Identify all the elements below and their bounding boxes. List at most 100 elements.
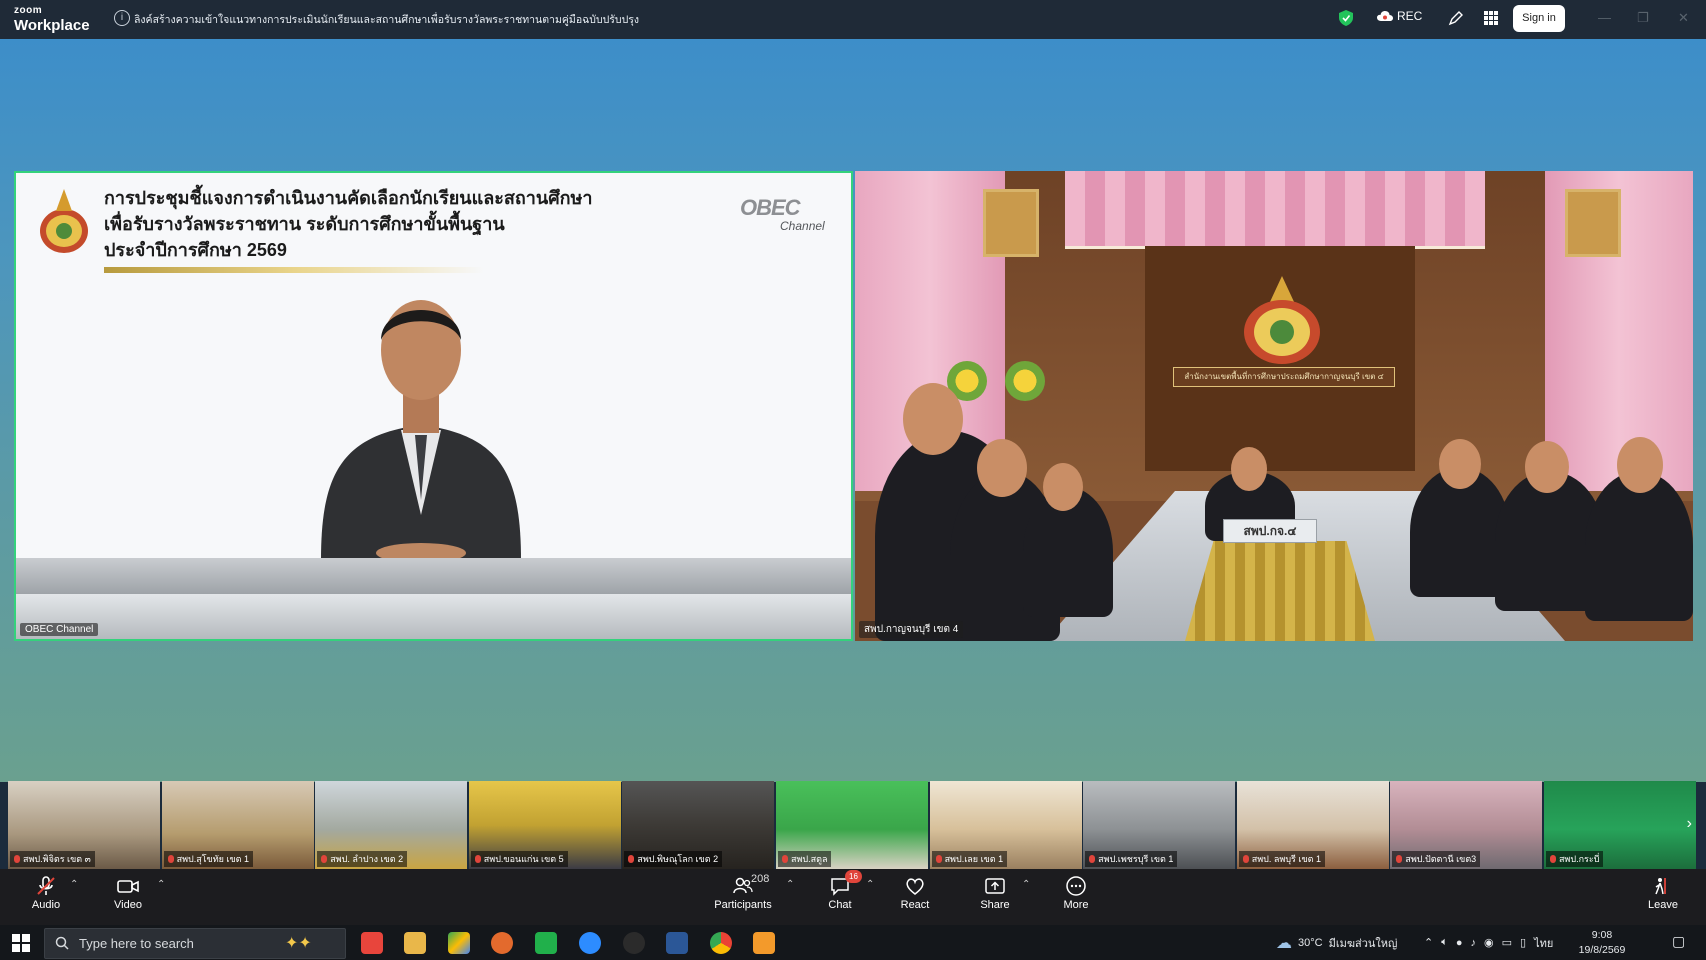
portrait-frame xyxy=(983,189,1039,257)
chat-unread-badge: 16 xyxy=(845,870,862,883)
weather-widget[interactable]: ☁ 30°C มีเมฆส่วนใหญ่ xyxy=(1276,925,1397,960)
participant-thumbnail[interactable]: สพป.ปัตตานี เขต3 xyxy=(1390,781,1543,869)
attendee xyxy=(1585,471,1693,621)
video-button[interactable]: Video xyxy=(93,873,163,911)
taskbar-app-icon[interactable] xyxy=(623,932,645,954)
muted-mic-icon xyxy=(1089,855,1096,863)
chat-button[interactable]: 16 Chat xyxy=(806,870,874,911)
more-button[interactable]: More xyxy=(1041,873,1111,911)
thumbnail-name-text: สพป.ขอนแก่น เขต 5 xyxy=(483,854,564,864)
video-camera-icon xyxy=(117,880,139,893)
video-options-caret-icon[interactable]: ⌃ xyxy=(157,879,165,890)
apps-grid-icon[interactable] xyxy=(1483,10,1499,26)
thumbnail-name: สพป. ลพบุรี เขต 1 xyxy=(1238,851,1325,867)
video-tile-obec-channel[interactable]: การประชุมชี้แจงการดำเนินงานคัดเลือกนักเร… xyxy=(14,171,853,641)
participant-thumbnail[interactable]: สพป. ลพบุรี เขต 1 xyxy=(1236,781,1389,869)
word-icon[interactable] xyxy=(666,932,688,954)
participant-thumbnail[interactable]: สพป.กระบี่ › xyxy=(1543,781,1696,869)
audio-label: Audio xyxy=(31,899,61,911)
participant-thumbnail[interactable]: สพป.สตูล xyxy=(775,781,928,869)
file-explorer-icon[interactable] xyxy=(404,932,426,954)
thumbnail-name: สพป.ขอนแก่น เขต 5 xyxy=(470,851,568,867)
volume-icon[interactable]: ♪ xyxy=(1470,937,1476,949)
slide-title-line: ประจำปีการศึกษา 2569 xyxy=(104,240,287,260)
heart-icon xyxy=(906,878,924,895)
cloud-recording-indicator[interactable]: REC xyxy=(1377,9,1422,23)
thumbnail-name: สพป.สุโขทัย เขต 1 xyxy=(163,851,253,867)
participants-label: Participants xyxy=(714,899,772,911)
muted-mic-icon xyxy=(321,855,328,863)
system-tray: ⌃ 🔈︎ ● ♪ ◉ ▭ ▯ ไทย xyxy=(1424,925,1553,960)
participant-thumbnail[interactable]: สพป. ลำปาง เขต 2 xyxy=(315,781,468,869)
windows-start-icon[interactable] xyxy=(12,934,30,952)
thumbnail-name-text: สพป.เพชรบุรี เขต 1 xyxy=(1098,854,1174,864)
show-hidden-icons-chevron-icon[interactable]: ⌃ xyxy=(1424,936,1433,949)
share-button[interactable]: Share xyxy=(960,873,1030,911)
speaker-icon[interactable]: 🔈︎ xyxy=(1441,936,1448,949)
participant-thumbnail[interactable]: สพป.พิจิตร เขต ๓ xyxy=(8,781,160,869)
curtain-valance xyxy=(1065,171,1485,249)
muted-mic-icon xyxy=(1242,855,1249,863)
muted-mic-icon xyxy=(474,855,481,863)
chat-options-caret-icon[interactable]: ⌃ xyxy=(866,879,874,890)
portrait-frame xyxy=(1565,189,1621,257)
meeting-topic: ลิงค์สร้างความเข้าใจแนวทางการประเมินนักเ… xyxy=(134,14,640,26)
windows-taskbar: Type here to search ✦✦ ☁ 30°C มีเมฆส่วนใ… xyxy=(0,925,1706,960)
battery-icon[interactable]: ▯ xyxy=(1520,936,1526,949)
participant-thumbnail[interactable]: สพป.พิษณุโลก เขต 2 xyxy=(622,781,775,869)
minimize-icon[interactable]: — xyxy=(1598,10,1611,25)
react-button[interactable]: React xyxy=(881,873,949,911)
thumbnail-name-text: สพป.กระบี่ xyxy=(1558,854,1600,864)
participant-thumbnail[interactable]: สพป.เพชรบุรี เขต 1 xyxy=(1083,781,1236,869)
info-icon[interactable]: i xyxy=(114,10,130,26)
audio-options-caret-icon[interactable]: ⌃ xyxy=(70,879,78,890)
clock-date: 19/8/2569 xyxy=(1578,944,1626,956)
clock-time: 9:08 xyxy=(1591,929,1613,941)
react-label: React xyxy=(900,899,930,911)
participant-thumbnail[interactable]: สพป.สุโขทัย เขต 1 xyxy=(161,781,314,869)
obec-seal-icon xyxy=(40,189,88,253)
google-drive-icon[interactable] xyxy=(448,932,470,954)
participants-count: 208 xyxy=(751,873,770,885)
network-icon[interactable]: ▭ xyxy=(1502,936,1512,949)
participants-button[interactable]: 208 Participants xyxy=(707,873,779,911)
zoom-app-icon[interactable] xyxy=(579,932,601,954)
thumbnail-name: สพป.เพชรบุรี เขต 1 xyxy=(1085,851,1178,867)
participant-thumbnail[interactable]: สพป.เลย เขต 1 xyxy=(929,781,1082,869)
share-options-caret-icon[interactable]: ⌃ xyxy=(1022,879,1030,890)
taskbar-app-s-icon[interactable] xyxy=(361,932,383,954)
participants-options-caret-icon[interactable]: ⌃ xyxy=(786,879,794,890)
participant-thumbnail[interactable]: สพป.ขอนแก่น เขต 5 xyxy=(468,781,621,869)
leave-button[interactable]: Leave xyxy=(1628,873,1698,911)
taskbar-app-orange-icon[interactable] xyxy=(753,932,775,954)
firefox-icon[interactable] xyxy=(491,932,513,954)
close-icon[interactable]: ✕ xyxy=(1678,10,1689,26)
security-shield-icon[interactable] xyxy=(1339,10,1353,26)
sign-in-button[interactable]: Sign in xyxy=(1513,5,1565,32)
annotate-pen-icon[interactable] xyxy=(1448,10,1464,26)
thumbnail-name-text: สพป.พิษณุโลก เขต 2 xyxy=(637,854,719,864)
notification-center-icon[interactable]: ▢ xyxy=(1672,933,1685,950)
maximize-icon[interactable]: ❐ xyxy=(1637,10,1649,26)
taskbar-clock[interactable]: 9:08 19/8/2569 xyxy=(1572,928,1632,958)
participant-name-tag: สพป.กาญจนบุรี เขต 4 xyxy=(859,621,964,638)
taskbar-search-box[interactable]: Type here to search ✦✦ xyxy=(44,928,346,959)
chrome-icon[interactable] xyxy=(710,932,732,954)
input-language[interactable]: ไทย xyxy=(1534,934,1553,952)
attendee-head xyxy=(1439,439,1481,489)
chat-label: Chat xyxy=(828,899,852,911)
thumbnail-name: สพป.พิจิตร เขต ๓ xyxy=(10,851,95,867)
video-tile-kanchanaburi-4[interactable]: สำนักงานเขตพื้นที่การศึกษาประถมศึกษากาญจ… xyxy=(855,171,1693,641)
search-placeholder: Type here to search xyxy=(79,936,194,951)
channel-logo-text: Channel xyxy=(780,219,825,233)
zoom-tray-icon[interactable]: ◉ xyxy=(1484,936,1494,949)
room-placard: สำนักงานเขตพื้นที่การศึกษาประถมศึกษากาญจ… xyxy=(1173,367,1395,387)
gold-divider xyxy=(104,267,484,273)
thumbnail-name: สพป. ลำปาง เขต 2 xyxy=(317,851,408,867)
thumbnail-name-text: สพป.สุโขทัย เขต 1 xyxy=(176,854,249,864)
obec-channel-logo: OBEC Channel xyxy=(740,191,838,237)
line-app-icon[interactable] xyxy=(535,932,557,954)
next-page-arrow-icon[interactable]: › xyxy=(1687,815,1692,833)
search-icon xyxy=(55,936,69,950)
microphone-icon[interactable]: ● xyxy=(1456,937,1463,949)
